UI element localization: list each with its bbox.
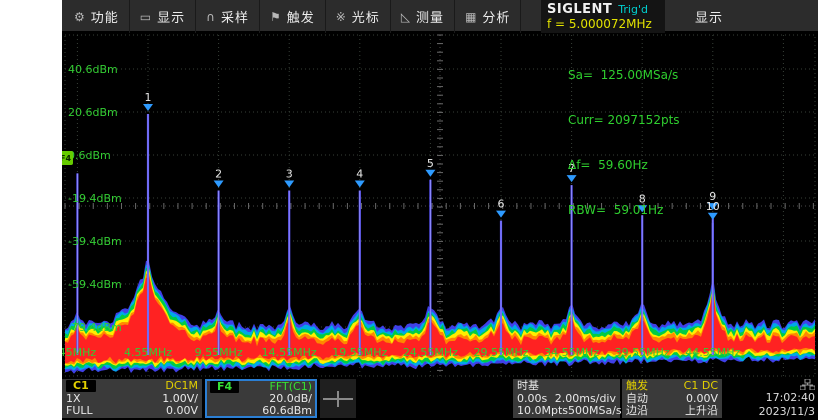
- f4-trace-badge[interactable]: F4: [62, 151, 73, 165]
- menu-button-4[interactable]: ⚑ 触发: [260, 0, 326, 33]
- frequency-readout: f = 5.000072MHz: [547, 17, 659, 31]
- math-f4-descriptor[interactable]: F4 FFT(C1) 20.0dB/ 60.6dBm: [205, 379, 317, 418]
- x-tick-label: 29.55MHz: [473, 346, 528, 359]
- datetime-panel: 17:02:40 2023/11/3: [726, 379, 818, 418]
- trigger-source: C1 DC: [684, 380, 718, 392]
- menu-button-label: 采样: [221, 7, 249, 26]
- peak-marker-label-2: 2: [215, 168, 222, 181]
- display-button-right[interactable]: 显示: [674, 0, 744, 33]
- brand-block: SIGLENT Trig'd f = 5.000072MHz: [541, 0, 665, 33]
- trigger-label: 触发: [626, 380, 648, 392]
- fft-plot-area[interactable]: 1234567891045MHz4.55MHz9.55MHz14.55MHz19…: [62, 33, 818, 377]
- timebase-scale: 2.00ms/div: [555, 393, 616, 405]
- peak-marker-arrow-6: [496, 211, 506, 218]
- clock-date: 2023/11/3: [759, 406, 815, 418]
- menu-button-label: 功能: [91, 7, 119, 26]
- trigger-mode: 自动: [626, 393, 648, 405]
- peak-marker-label-1: 1: [145, 91, 152, 104]
- peak-marker-arrow-4: [355, 181, 365, 188]
- menu-button-label: 光标: [352, 7, 380, 26]
- x-tick-label: 19.55MHz: [332, 346, 387, 359]
- points-readout: Curr= 2097152pts: [568, 113, 680, 128]
- c1-chip: C1: [66, 380, 96, 392]
- screenshot-stage: { "menu": { "items": [ {"label": "功能", "…: [0, 0, 840, 420]
- channel-c1-descriptor[interactable]: C1 DC1M 1X 1.00V/ FULL 0.00V: [62, 379, 202, 418]
- menu-button-2[interactable]: ▭ 显示: [130, 0, 196, 33]
- x-tick-label: 4.55MHz: [124, 346, 172, 359]
- y-tick-label: -79.4dBm: [68, 321, 122, 334]
- x-tick-label: 9.55MHz: [195, 346, 243, 359]
- analysis-icon: ▦: [465, 11, 476, 23]
- gear-icon: ⚙: [74, 11, 85, 23]
- trigger-flag-icon: ⚑: [270, 11, 281, 23]
- menu-button-5[interactable]: ※ 光标: [326, 0, 391, 33]
- trigger-descriptor[interactable]: 触发 C1 DC 自动 0.00V 边沿 上升沿: [622, 379, 722, 418]
- timebase-descriptor[interactable]: 时基 0.00s 2.00ms/div 10.0Mpts 500MSa/s: [513, 379, 620, 418]
- x-tick-label: 14.55MHz: [262, 346, 317, 359]
- menu-button-1[interactable]: ⚙ 功能: [64, 0, 130, 33]
- peak-marker-label-3: 3: [286, 168, 293, 181]
- y-tick-label: -19.4dBm: [68, 192, 122, 205]
- y-tick-label: 0.6dBm: [68, 149, 111, 162]
- plus-icon: [323, 390, 353, 408]
- menu-button-label: 分析: [482, 7, 510, 26]
- c1-offset: 0.00V: [166, 405, 198, 417]
- menu-button-3[interactable]: ∩ 采样: [196, 0, 260, 33]
- peak-marker-arrow-3: [284, 181, 294, 188]
- peak-marker-label-6: 6: [498, 198, 505, 211]
- trigger-type: 边沿: [626, 405, 648, 417]
- top-menu-bar: ⚙ 功能 ▭ 显示 ∩ 采样 ⚑ 触发 ※ 光标 ◺ 测量 ▦ 分析 SIGLENT Trig'd f =…: [62, 0, 818, 33]
- menu-button-label: 测量: [416, 7, 444, 26]
- c1-probe: 1X: [66, 393, 81, 405]
- timebase-sample-rate: 500MSa/s: [568, 405, 622, 417]
- delta-f-readout: Δf= 59.60Hz: [568, 158, 680, 173]
- trigger-status-badge: Trig'd: [618, 3, 648, 16]
- menu-button-7[interactable]: ▦ 分析: [455, 0, 521, 33]
- trigger-level: 0.00V: [686, 393, 718, 405]
- y-tick-label: 40.6dBm: [68, 63, 118, 76]
- oscilloscope-screen: ⚙ 功能 ▭ 显示 ∩ 采样 ⚑ 触发 ※ 光标 ◺ 测量 ▦ 分析 SIGLENT Trig'd f =…: [62, 0, 818, 420]
- y-tick-label: 20.6dBm: [68, 106, 118, 119]
- c1-coupling: DC1M: [165, 380, 198, 392]
- y-tick-label: -39.4dBm: [68, 235, 122, 248]
- acquire-icon: ∩: [206, 11, 215, 23]
- f4-chip: F4: [210, 381, 239, 393]
- sample-rate-readout: Sa= 125.00MSa/s: [568, 68, 680, 83]
- x-tick-label: 39.55MHz: [615, 346, 670, 359]
- add-channel-slot[interactable]: [320, 379, 356, 418]
- x-tick-label: 44.55MHz: [685, 346, 740, 359]
- menu-button-label: 显示: [157, 7, 185, 26]
- peak-marker-arrow-10: [708, 213, 718, 220]
- menu-button-label: 触发: [287, 7, 315, 26]
- display-icon: ▭: [140, 11, 151, 23]
- menu: ⚙ 功能 ▭ 显示 ∩ 采样 ⚑ 触发 ※ 光标 ◺ 测量 ▦ 分析: [64, 0, 521, 33]
- timebase-label: 时基: [517, 380, 539, 392]
- peak-marker-label-5: 5: [427, 157, 434, 170]
- menu-button-6[interactable]: ◺ 测量: [391, 0, 455, 33]
- cursor-icon: ※: [336, 11, 346, 23]
- network-icon: [800, 379, 815, 390]
- clock-time: 17:02:40: [766, 392, 815, 404]
- measure-icon: ◺: [401, 11, 410, 23]
- brand-logo: SIGLENT: [547, 2, 612, 17]
- peak-marker-arrow-1: [143, 104, 153, 111]
- timebase-delay: 0.00s: [517, 393, 547, 405]
- c1-scale: 1.00V/: [162, 393, 198, 405]
- peak-marker-arrow-5: [425, 170, 435, 177]
- fft-info-panel: Sa= 125.00MSa/s Curr= 2097152pts Δf= 59.…: [568, 38, 680, 248]
- peak-marker-arrow-2: [214, 181, 224, 188]
- spectrum-svg: 1234567891045MHz4.55MHz9.55MHz14.55MHz19…: [62, 33, 818, 377]
- x-tick-label: 24.55MHz: [403, 346, 458, 359]
- rbw-readout: RBW= 59.01Hz: [568, 203, 680, 218]
- peak-marker-label-10: 10: [706, 200, 720, 213]
- trigger-slope: 上升沿: [685, 405, 718, 417]
- bottom-status-bar: C1 DC1M 1X 1.00V/ FULL 0.00V F4 FFT(C1): [62, 377, 818, 420]
- c1-bandwidth: FULL: [66, 405, 93, 417]
- y-tick-label: -59.4dBm: [68, 278, 122, 291]
- timebase-depth: 10.0Mpts: [517, 405, 568, 417]
- peak-marker-label-4: 4: [356, 168, 363, 181]
- x-tick-label: 45MHz: [62, 346, 96, 359]
- x-tick-label: 34.55MHz: [544, 346, 599, 359]
- f4-reference: 60.6dBm: [262, 405, 312, 417]
